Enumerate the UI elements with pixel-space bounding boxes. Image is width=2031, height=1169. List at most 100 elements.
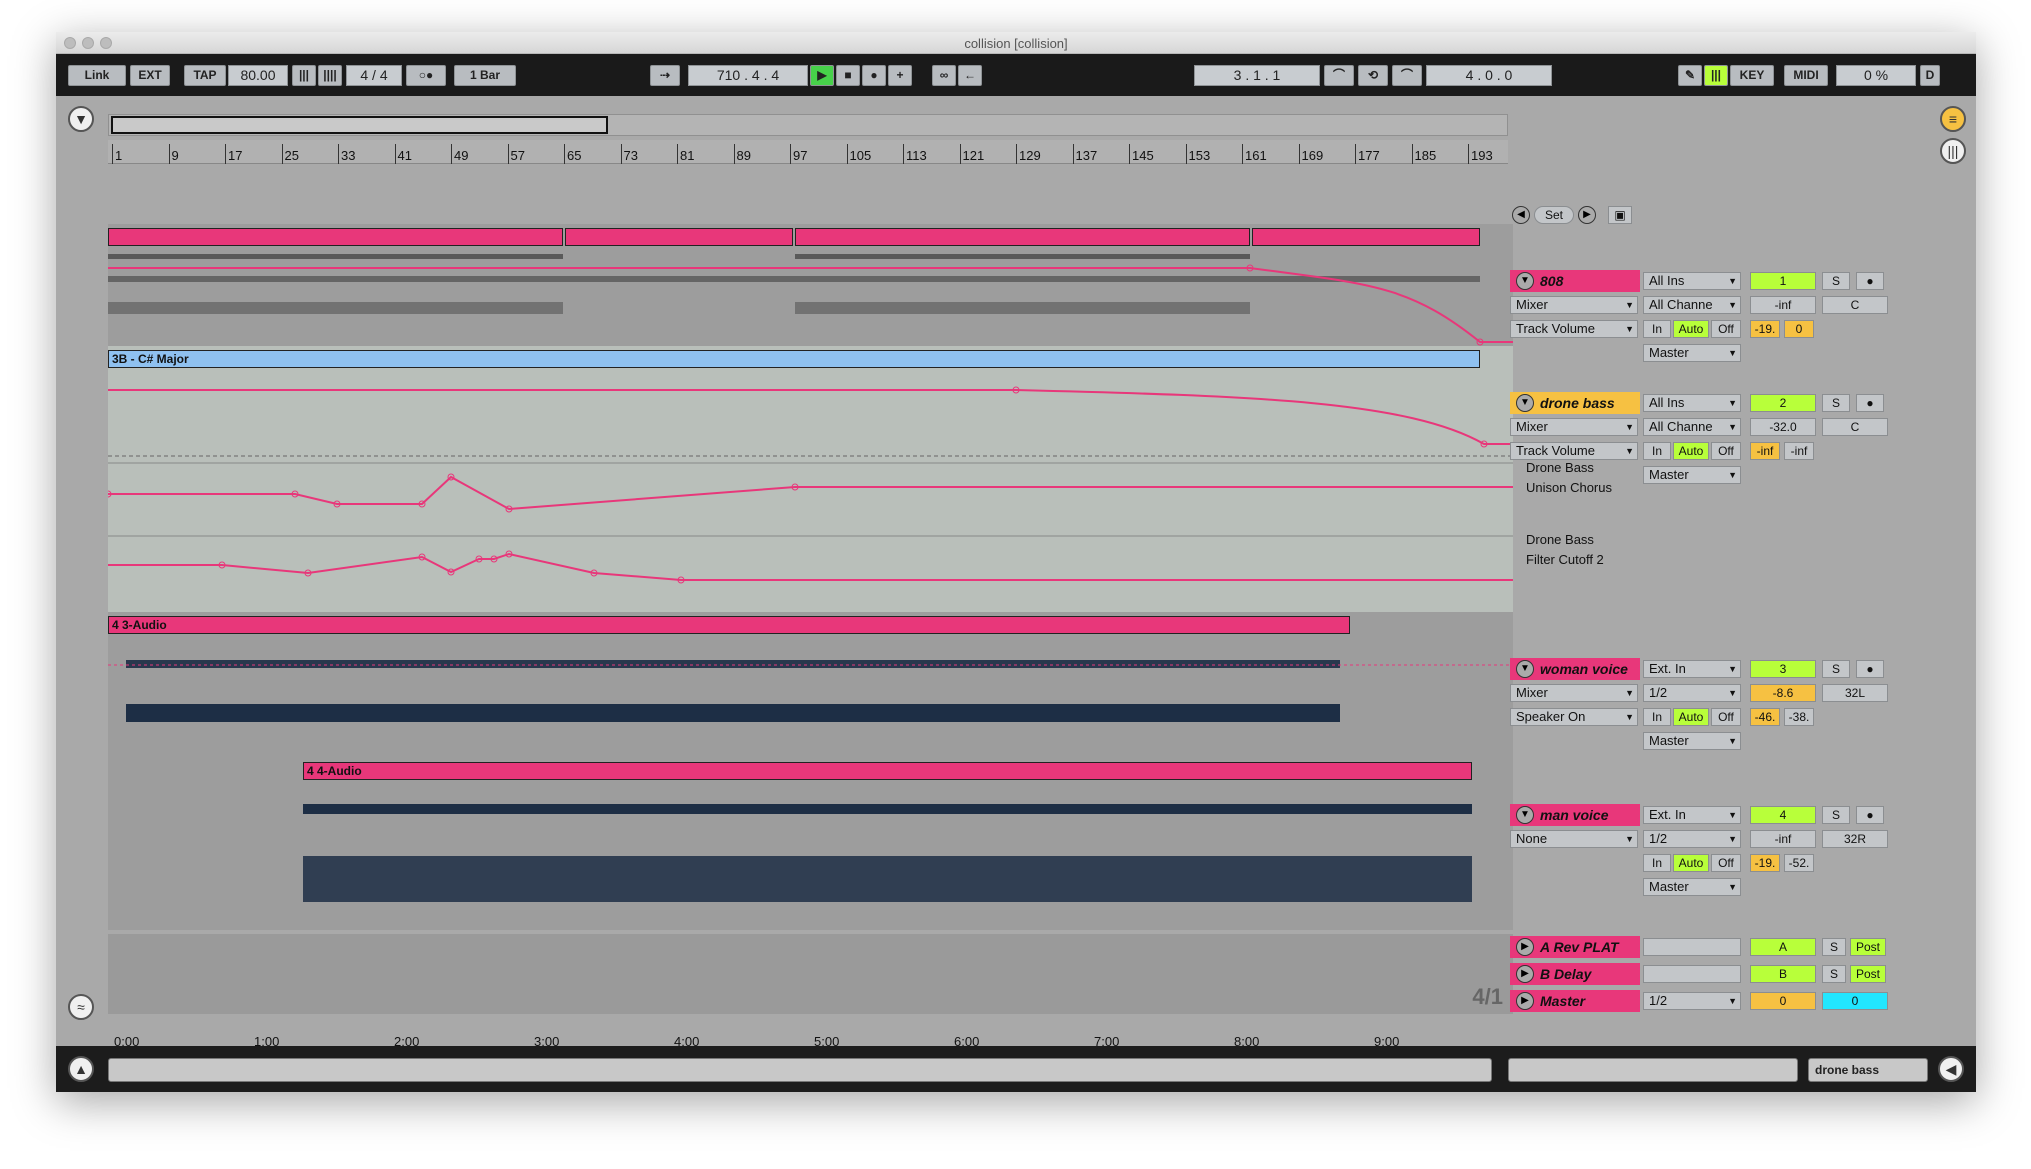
input-channel-menu[interactable]: 1/2 xyxy=(1643,830,1741,848)
device-chooser[interactable]: Mixer xyxy=(1510,296,1638,314)
monitor-in-button[interactable]: In xyxy=(1643,442,1671,460)
fold-track-icon[interactable]: ▼ xyxy=(1516,394,1534,412)
fold-track-icon[interactable]: ▼ xyxy=(1516,806,1534,824)
record-icon[interactable]: ● xyxy=(862,65,886,86)
automation-parameter-menu[interactable]: Speaker On xyxy=(1510,708,1638,726)
device-chooser[interactable]: Mixer xyxy=(1510,418,1638,436)
monitor-in-button[interactable]: In xyxy=(1643,320,1671,338)
input-type-menu[interactable]: Ext. In xyxy=(1643,806,1741,824)
punch-in-icon[interactable]: ⌒ xyxy=(1324,65,1354,86)
midi-map-button[interactable]: MIDI xyxy=(1784,65,1828,86)
punch-out-icon[interactable]: ⌒ xyxy=(1392,65,1422,86)
monitor-auto-button[interactable]: Auto xyxy=(1673,854,1709,872)
loop-start-field[interactable]: 3 . 1 . 1 xyxy=(1194,65,1320,86)
monitor-auto-button[interactable]: Auto xyxy=(1673,442,1709,460)
track-man-voice-lane[interactable]: 4 4-Audio xyxy=(108,758,1513,930)
pan-field[interactable]: 32L xyxy=(1822,684,1888,702)
tap-tempo-button[interactable]: TAP xyxy=(184,65,226,86)
volume-field[interactable]: -inf xyxy=(1750,296,1816,314)
metronome-button[interactable]: ○● xyxy=(406,65,446,86)
arm-icon[interactable]: ● xyxy=(1856,806,1884,824)
stop-icon[interactable]: ■ xyxy=(836,65,860,86)
fold-track-icon[interactable]: ▼ xyxy=(1516,660,1534,678)
draw-mode-icon[interactable]: ✎ xyxy=(1678,65,1702,86)
return-solo[interactable]: S xyxy=(1822,965,1846,983)
master-pan[interactable]: 0 xyxy=(1822,992,1888,1010)
beat-ruler[interactable]: 1 9 17 25 33 41 49 57 65 73 81 89 97 105 113 121 129 137 1… xyxy=(108,140,1508,164)
output-type-menu[interactable]: Master xyxy=(1643,344,1741,362)
play-return-icon[interactable]: ▶ xyxy=(1516,965,1534,983)
return-post-button[interactable]: Post xyxy=(1850,965,1886,983)
browser-toggle-icon[interactable]: ▼ xyxy=(68,106,94,132)
return-post-button[interactable]: Post xyxy=(1850,938,1886,956)
return-activator[interactable]: A xyxy=(1750,938,1816,956)
next-locator-icon[interactable]: ▶ xyxy=(1578,206,1596,224)
loop-length-field[interactable]: 4 . 0 . 0 xyxy=(1426,65,1552,86)
track-woman-voice-lane[interactable]: 4 3-Audio xyxy=(108,612,1513,758)
input-channel-menu[interactable]: All Channe xyxy=(1643,418,1741,436)
nudge-up-icon[interactable]: |||| xyxy=(318,65,342,86)
volume-field[interactable]: -8.6 xyxy=(1750,684,1816,702)
master-channel-menu[interactable]: 1/2 xyxy=(1643,992,1741,1010)
device-chooser[interactable]: Mixer xyxy=(1510,684,1638,702)
input-type-menu[interactable]: All Ins xyxy=(1643,394,1741,412)
menu-icon[interactable]: ≡ xyxy=(1940,106,1966,132)
solo-button[interactable]: S xyxy=(1822,394,1850,412)
info-toggle-icon[interactable]: ▲ xyxy=(68,1056,94,1082)
set-locator-button[interactable]: Set xyxy=(1534,206,1574,224)
save-icon[interactable]: ▣ xyxy=(1608,206,1632,224)
play-master-icon[interactable]: ▶ xyxy=(1516,992,1534,1010)
device-chooser[interactable]: None xyxy=(1510,830,1638,848)
track-activator[interactable]: 3 xyxy=(1750,660,1816,678)
track-drone-bass-lane[interactable]: 3B - C# Major xyxy=(108,346,1513,612)
overview-toggle-icon[interactable]: ≈ xyxy=(68,994,94,1020)
arm-icon[interactable]: ● xyxy=(1856,272,1884,290)
track-808-lane[interactable] xyxy=(108,224,1513,346)
fold-track-icon[interactable]: ▼ xyxy=(1516,272,1534,290)
back-to-arrangement-icon[interactable]: ← xyxy=(958,65,982,86)
follow-icon[interactable]: ⇢ xyxy=(650,65,680,86)
input-channel-menu[interactable]: 1/2 xyxy=(1643,684,1741,702)
pan-field[interactable]: C xyxy=(1822,418,1888,436)
automation-arm-icon[interactable]: ∞ xyxy=(932,65,956,86)
ext-sync-button[interactable]: EXT xyxy=(130,65,170,86)
play-return-icon[interactable]: ▶ xyxy=(1516,938,1534,956)
return-activator[interactable]: B xyxy=(1750,965,1816,983)
pan-field[interactable]: 32R xyxy=(1822,830,1888,848)
previous-locator-icon[interactable]: ◀ xyxy=(1512,206,1530,224)
time-signature-field[interactable]: 4 / 4 xyxy=(346,65,402,86)
track-activator[interactable]: 4 xyxy=(1750,806,1816,824)
monitor-off-button[interactable]: Off xyxy=(1711,854,1741,872)
monitor-off-button[interactable]: Off xyxy=(1711,320,1741,338)
automation-parameter-menu[interactable]: Track Volume xyxy=(1510,320,1638,338)
overview-selection[interactable] xyxy=(111,116,608,134)
track-activator[interactable]: 2 xyxy=(1750,394,1816,412)
input-channel-menu[interactable]: All Channe xyxy=(1643,296,1741,314)
output-type-menu[interactable]: Master xyxy=(1643,878,1741,896)
arm-icon[interactable]: ● xyxy=(1856,394,1884,412)
solo-button[interactable]: S xyxy=(1822,272,1850,290)
tempo-field[interactable]: 80.00 xyxy=(228,65,288,86)
track-activator[interactable]: 1 xyxy=(1750,272,1816,290)
session-view-icon[interactable]: ||| xyxy=(1940,138,1966,164)
overdub-icon[interactable]: + xyxy=(888,65,912,86)
computer-keyboard-icon[interactable]: ||| xyxy=(1704,65,1728,86)
volume-field[interactable]: -32.0 xyxy=(1750,418,1816,436)
output-type-menu[interactable]: Master xyxy=(1643,732,1741,750)
link-button[interactable]: Link xyxy=(68,65,126,86)
monitor-in-button[interactable]: In xyxy=(1643,708,1671,726)
play-icon[interactable]: ▶ xyxy=(810,65,834,86)
solo-button[interactable]: S xyxy=(1822,806,1850,824)
nudge-down-icon[interactable]: ||| xyxy=(292,65,316,86)
monitor-auto-button[interactable]: Auto xyxy=(1673,708,1709,726)
monitor-auto-button[interactable]: Auto xyxy=(1673,320,1709,338)
arm-icon[interactable]: ● xyxy=(1856,660,1884,678)
monitor-in-button[interactable]: In xyxy=(1643,854,1671,872)
loop-switch-icon[interactable]: ⟲ xyxy=(1358,65,1388,86)
automation-parameter-menu[interactable]: Track Volume xyxy=(1510,442,1638,460)
monitor-off-button[interactable]: Off xyxy=(1711,442,1741,460)
input-type-menu[interactable]: All Ins xyxy=(1643,272,1741,290)
detail-toggle-icon[interactable]: ◀ xyxy=(1938,1056,1964,1082)
master-volume[interactable]: 0 xyxy=(1750,992,1816,1010)
quantization-menu[interactable]: 1 Bar xyxy=(454,65,516,86)
